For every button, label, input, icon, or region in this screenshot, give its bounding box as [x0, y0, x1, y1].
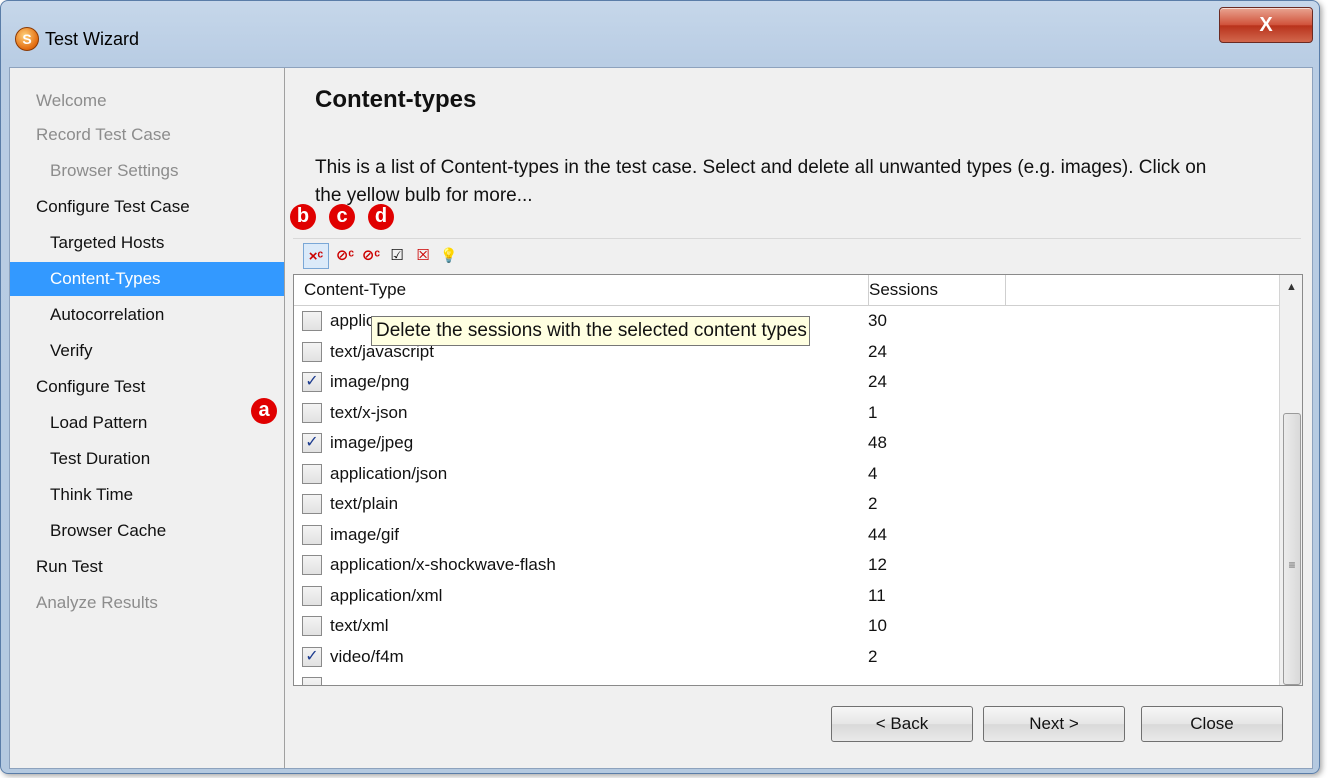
- sessions-cell: 2: [868, 647, 878, 666]
- nav-item-test-duration[interactable]: Test Duration: [10, 442, 284, 476]
- annotation-marker-c: c: [329, 204, 355, 230]
- table-header: Content-Type Sessions: [294, 275, 1279, 306]
- nav-item-welcome: Welcome: [36, 91, 107, 110]
- table-row[interactable]: image/gif 44: [294, 520, 1279, 550]
- app-logo-icon: S: [15, 27, 39, 51]
- row-checkbox[interactable]: ✓: [302, 433, 322, 453]
- content-type-cell: application/x-shockwave-flash: [330, 555, 556, 574]
- delete-sessions-tooltip: Delete the sessions with the selected co…: [371, 316, 810, 346]
- row-checkbox[interactable]: [302, 403, 322, 423]
- table-row[interactable]: text/xml 10: [294, 611, 1279, 641]
- table-row[interactable]: application/json 4: [294, 459, 1279, 489]
- content-type-cell: application/xml: [330, 586, 443, 605]
- nav-item-analyze-results: Analyze Results: [36, 593, 158, 612]
- row-checkbox[interactable]: [302, 616, 322, 636]
- uncheck-all-icon[interactable]: ☒: [411, 243, 435, 267]
- close-button[interactable]: Close: [1141, 706, 1283, 742]
- remove-content-type-icon[interactable]: ⊘ᶜ: [359, 243, 383, 267]
- sessions-cell: 4: [868, 464, 878, 483]
- nav-item-browser-cache[interactable]: Browser Cache: [10, 514, 284, 548]
- test-wizard-window: S Test Wizard X Welcome Record Test Case…: [0, 0, 1320, 774]
- nav-item-targeted-hosts[interactable]: Targeted Hosts: [10, 226, 284, 260]
- window-close-button[interactable]: X: [1219, 7, 1313, 43]
- column-header-sessions[interactable]: Sessions: [869, 275, 1006, 305]
- sessions-cell: 24: [868, 342, 887, 361]
- table-row[interactable]: ✓ image/png 24: [294, 367, 1279, 397]
- content-type-cell: video/f4m: [330, 647, 404, 666]
- nav-item-configure-test[interactable]: Configure Test: [10, 370, 284, 404]
- nav-item-think-time[interactable]: Think Time: [10, 478, 284, 512]
- table-row[interactable]: application/x-shockwave-flash 12: [294, 550, 1279, 580]
- sessions-cell: 44: [868, 525, 887, 544]
- sessions-cell: 30: [868, 311, 887, 330]
- annotation-marker-a: a: [251, 398, 277, 424]
- wizard-client-area: Welcome Record Test Case Browser Setting…: [9, 67, 1313, 769]
- table-body: applic 30 text/javascript 24 ✓ image/png…: [294, 306, 1279, 685]
- content-type-cell: application/json: [330, 464, 448, 483]
- nav-item-verify[interactable]: Verify: [10, 334, 284, 368]
- sessions-cell: 11: [868, 586, 886, 605]
- nav-item-configure-test-case[interactable]: Configure Test Case: [10, 190, 284, 224]
- nav-item-record-test-case: Record Test Case: [36, 125, 171, 144]
- row-checkbox[interactable]: ✓: [302, 647, 322, 667]
- content-types-toolbar: ×ᶜ ⊘ᶜ ⊘ᶜ ☑ ☒ 💡: [293, 238, 1301, 273]
- table-row[interactable]: ✓ image/jpeg 48: [294, 428, 1279, 458]
- table-vertical-scrollbar[interactable]: ▲ ≡: [1279, 275, 1302, 685]
- annotation-marker-d: d: [368, 204, 394, 230]
- row-checkbox[interactable]: [302, 342, 322, 362]
- sessions-cell: 48: [868, 433, 887, 452]
- lightbulb-icon[interactable]: 💡: [437, 243, 461, 267]
- row-checkbox[interactable]: [302, 464, 322, 484]
- content-type-cell: text/xml: [330, 616, 389, 635]
- table-row[interactable]: text/x-json 1: [294, 398, 1279, 428]
- content-type-cell: applic: [330, 311, 375, 330]
- content-types-panel: Content-types This is a list of Content-…: [285, 68, 1312, 768]
- row-checkbox[interactable]: [302, 311, 322, 331]
- delete-sessions-icon[interactable]: ×ᶜ: [303, 243, 329, 269]
- title-bar: S Test Wizard X: [1, 1, 1319, 69]
- column-header-content-type[interactable]: Content-Type: [294, 275, 869, 305]
- nav-item-browser-settings: Browser Settings: [50, 161, 179, 180]
- table-row-partial[interactable]: [294, 672, 1279, 685]
- next-button[interactable]: Next >: [983, 706, 1125, 742]
- sessions-cell: 12: [868, 555, 887, 574]
- check-all-icon[interactable]: ☑: [385, 243, 409, 267]
- row-checkbox[interactable]: [302, 525, 322, 545]
- table-row[interactable]: text/plain 2: [294, 489, 1279, 519]
- table-row[interactable]: application/xml 11: [294, 581, 1279, 611]
- window-title: Test Wizard: [45, 29, 140, 49]
- sessions-cell: 2: [868, 494, 878, 513]
- nav-item-run-test[interactable]: Run Test: [10, 550, 284, 584]
- back-button[interactable]: < Back: [831, 706, 973, 742]
- add-content-type-icon[interactable]: ⊘ᶜ: [333, 243, 357, 267]
- row-checkbox[interactable]: [302, 494, 322, 514]
- scrollbar-thumb[interactable]: ≡: [1283, 413, 1301, 685]
- annotation-marker-b: b: [290, 204, 316, 230]
- content-type-cell: image/jpeg: [330, 433, 414, 452]
- table-row[interactable]: ✓ video/f4m 2: [294, 642, 1279, 672]
- nav-item-autocorrelation[interactable]: Autocorrelation: [10, 298, 284, 332]
- scroll-up-arrow-icon[interactable]: ▲: [1280, 281, 1302, 293]
- row-checkbox[interactable]: [302, 555, 322, 575]
- row-checkbox[interactable]: ✓: [302, 372, 322, 392]
- content-type-cell: text/plain: [330, 494, 399, 513]
- nav-item-content-types[interactable]: Content-Types: [10, 262, 284, 296]
- sessions-cell: 24: [868, 372, 887, 391]
- sessions-cell: 1: [868, 403, 878, 422]
- sessions-cell: 10: [868, 616, 887, 635]
- page-description: This is a list of Content-types in the t…: [315, 157, 1207, 206]
- row-checkbox[interactable]: [302, 586, 322, 606]
- content-type-cell: image/png: [330, 372, 410, 391]
- scrollbar-grip-icon: ≡: [1288, 558, 1296, 572]
- wizard-step-nav: Welcome Record Test Case Browser Setting…: [10, 68, 285, 768]
- row-checkbox[interactable]: [302, 677, 322, 685]
- content-type-cell: text/x-json: [330, 403, 408, 422]
- nav-item-load-pattern[interactable]: Load Pattern: [10, 406, 284, 440]
- page-title: Content-types: [315, 86, 477, 113]
- content-type-cell: image/gif: [330, 525, 399, 544]
